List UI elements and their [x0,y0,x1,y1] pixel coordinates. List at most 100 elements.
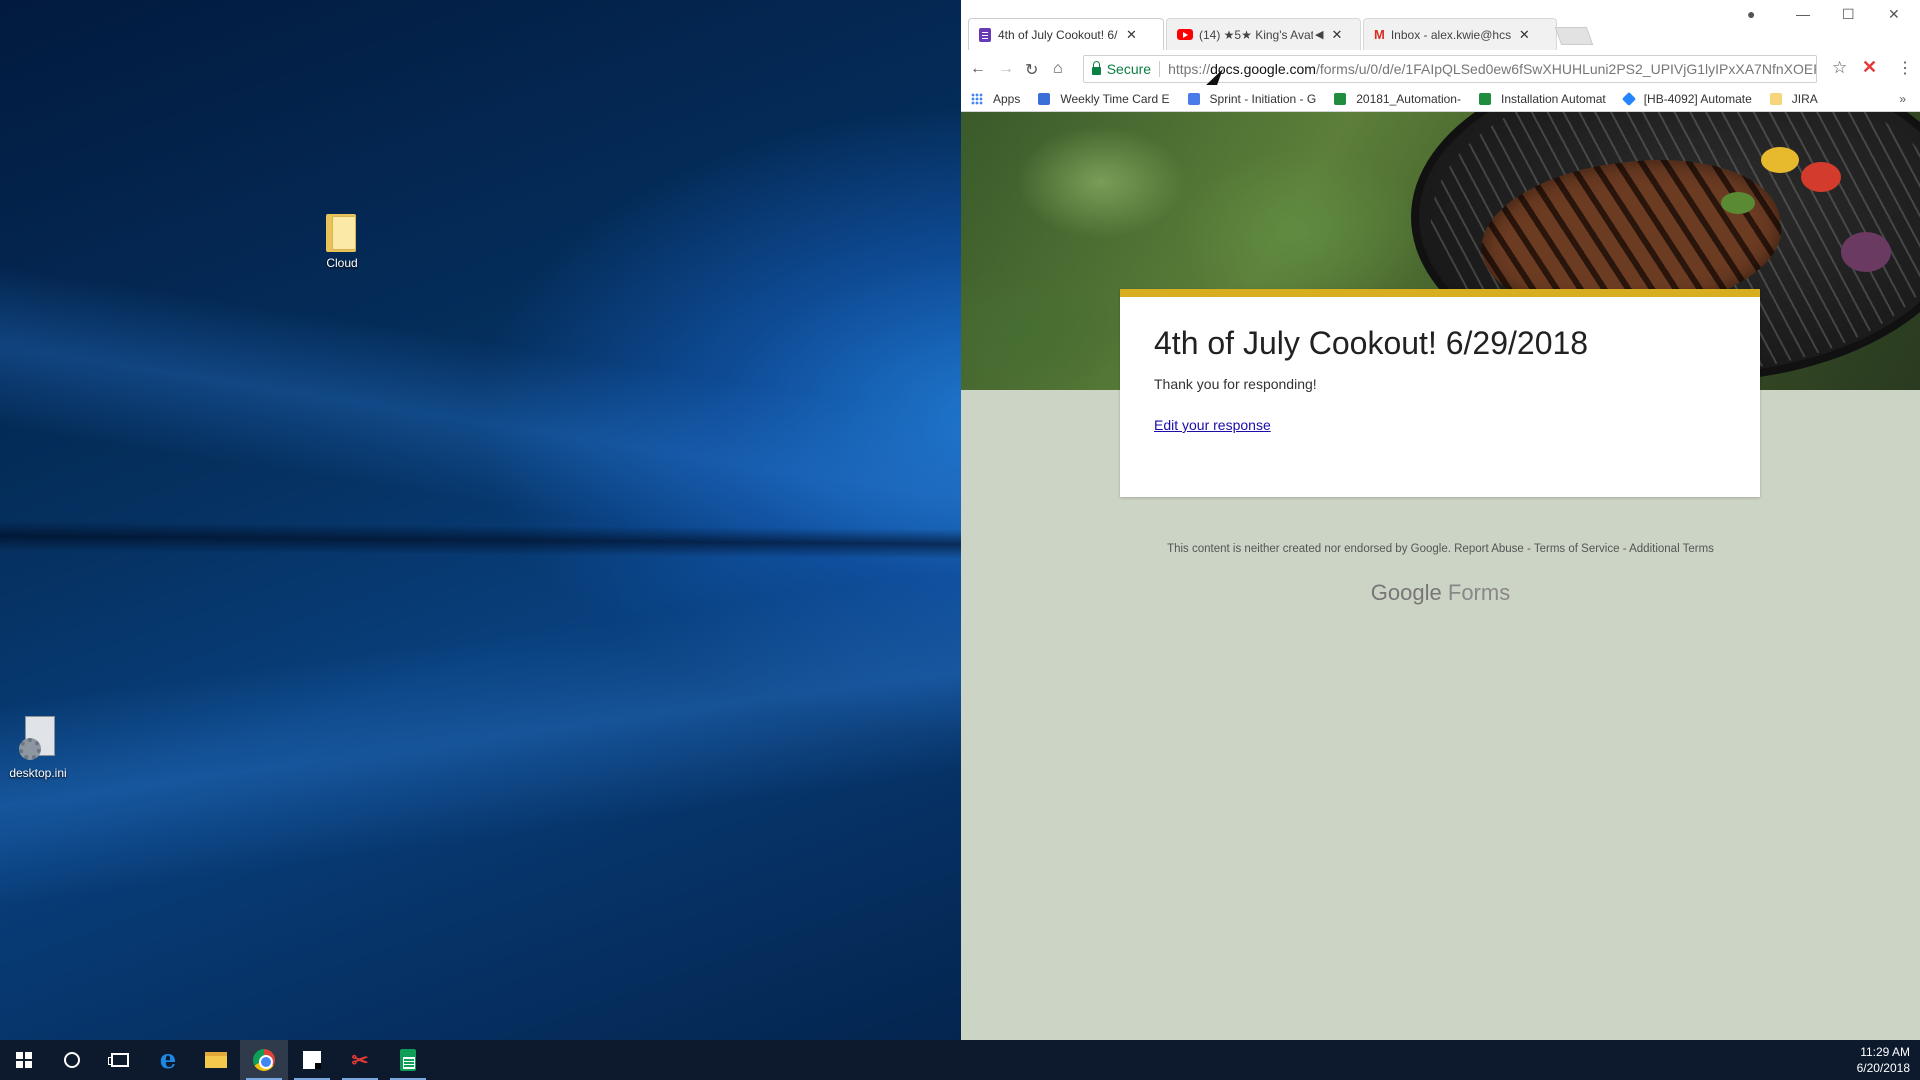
settings-file-icon [19,716,57,762]
sheets-icon [1334,92,1347,105]
bookmark-apps[interactable]: Apps [971,92,1020,106]
close-window-icon[interactable]: ✕ [1888,6,1900,23]
google-forms-logo[interactable]: Google Forms [961,580,1920,606]
disclaimer-text: This content is neither created nor endo… [1167,543,1451,555]
folder-icon [1769,92,1782,105]
cloud-icon [1038,92,1051,105]
tab-strip: 4th of July Cookout! 6/29 ✕ (14) ★5★ Kin… [961,0,1920,52]
home-icon[interactable]: ⌂ [1053,60,1063,78]
profile-icon[interactable]: ● [1747,6,1755,22]
chrome-icon [253,1049,275,1071]
jira-icon [1621,91,1636,106]
system-clock[interactable]: 11:29 AM 6/20/2018 [1857,1044,1910,1076]
minimize-icon[interactable]: — [1796,6,1810,22]
terms-of-service-link[interactable]: Terms of Service [1534,543,1620,555]
more-bookmarks-chevron[interactable]: » [1899,92,1906,106]
form-footer: This content is neither created nor endo… [961,543,1920,555]
cortana-button[interactable] [48,1040,96,1080]
edge-icon: e [159,1045,177,1075]
form-title: 4th of July Cookout! 6/29/2018 [1154,325,1589,361]
logo-forms-word: Forms [1447,580,1511,605]
youtube-icon [1177,29,1193,40]
separator: - [1527,543,1531,555]
snipping-tool-icon: ✂ [351,1049,369,1072]
bookmark-hb-4092[interactable]: [HB-4092] Automate [1621,91,1752,106]
url-host: docs.google.com [1210,61,1316,77]
windows-logo-icon [16,1052,32,1068]
url-path: /forms/u/0/d/e/1FAIpQLSed0ew6fSwXHUHLuni… [1315,61,1816,77]
close-icon[interactable]: ✕ [1519,27,1530,43]
bookmark-installation-automation[interactable]: Installation Automat [1478,91,1606,106]
tab-title: (14) ★5★ King's Avata [1199,27,1313,42]
lock-icon [1092,61,1101,75]
taskbar-file-explorer[interactable] [192,1040,240,1080]
form-page: 4th of July Cookout! 6/29/2018 Thank you… [961,112,1920,1040]
bookmark-automation[interactable]: 20181_Automation- [1334,92,1461,106]
maximize-icon[interactable]: ☐ [1842,6,1855,23]
reload-icon[interactable]: ↻ [1025,60,1038,80]
start-button[interactable] [0,1040,48,1080]
close-icon[interactable]: ✕ [1126,27,1137,43]
gmail-icon: M [1374,27,1385,42]
google-forms-icon [979,27,991,42]
doc-icon [1187,92,1200,105]
additional-terms-link[interactable]: Additional Terms [1629,543,1714,555]
clock-time: 11:29 AM [1860,1045,1910,1059]
address-bar[interactable]: Secure https:// docs.google.com /forms/u… [1083,55,1817,83]
tab-forms[interactable]: 4th of July Cookout! 6/29 ✕ [968,18,1164,50]
task-view-icon [108,1053,129,1067]
bookmark-label: [HB-4092] Automate [1643,91,1752,106]
desktop-wallpaper: Cloud desktop.ini [0,0,961,1040]
bookmark-label: Installation Automat [1500,91,1606,106]
sheets-icon [400,1049,416,1071]
back-icon[interactable]: ← [970,60,986,78]
bookmarks-bar: Apps Weekly Time Card E Sprint - Initiat… [961,86,1920,112]
extension-x-icon[interactable]: ✕ [1862,57,1877,78]
close-icon[interactable]: ✕ [1331,27,1342,43]
bookmark-sprint-initiation[interactable]: Sprint - Initiation - G [1187,91,1317,106]
report-abuse-link[interactable]: Report Abuse [1454,543,1524,555]
forward-icon[interactable]: → [998,60,1014,78]
edit-response-link[interactable]: Edit your response [1154,417,1271,433]
desktop-icon-cloud[interactable]: Cloud [302,212,382,270]
desktop-icon-desktop-ini[interactable]: desktop.ini [0,716,78,780]
sheets-icon [1478,92,1491,105]
folder-icon [324,212,360,252]
confirmation-card: 4th of July Cookout! 6/29/2018 Thank you… [1120,289,1760,497]
clock-date: 6/20/2018 [1856,1061,1910,1075]
bookmark-label: JIRA [1791,91,1818,106]
taskbar-edge[interactable]: e [144,1040,192,1080]
tab-gmail[interactable]: M Inbox - alex.kwie@hcss.c ✕ [1363,18,1557,50]
confirmation-message: Thank you for responding! [1154,376,1317,392]
separator: - [1622,543,1627,555]
bookmark-label: Sprint - Initiation - G [1209,91,1317,106]
browser-toolbar: ← → ↻ ⌂ Secure https:// docs.google.com … [961,52,1920,86]
bookmark-weekly-time-card[interactable]: Weekly Time Card E [1038,91,1170,106]
cortana-icon [64,1052,80,1068]
tab-title: 4th of July Cookout! 6/29 [998,27,1118,42]
bookmark-label: Apps [993,91,1021,106]
taskbar-chrome[interactable] [240,1040,288,1080]
tab-youtube[interactable]: (14) ★5★ King's Avata ◀ ✕ [1166,18,1361,50]
bookmark-star-icon[interactable]: ☆ [1832,58,1847,78]
desktop-icon-label: Cloud [326,256,358,270]
task-view-button[interactable] [96,1040,144,1080]
logo-google-word: Google [1370,580,1442,605]
desktop-icon-label: desktop.ini [9,766,67,780]
taskbar-sheets[interactable] [384,1040,432,1080]
chrome-window: 4th of July Cookout! 6/29 ✕ (14) ★5★ Kin… [961,0,1920,1040]
new-tab-button[interactable] [1554,27,1594,45]
url-scheme: https:// [1168,61,1211,77]
secure-label: Secure [1107,61,1161,77]
speaker-muted-icon[interactable]: ◀ [1315,28,1323,41]
taskbar-snipping-tool[interactable]: ✂ [336,1040,384,1080]
bookmark-label: 20181_Automation- [1356,91,1461,106]
wallpaper-light-beam [0,553,961,920]
taskbar: e ✂ 11:29 AM 6/20/2018 [0,1040,1920,1080]
file-explorer-icon [205,1052,227,1068]
taskbar-sticky-notes[interactable] [288,1040,336,1080]
tab-title: Inbox - alex.kwie@hcss.c [1390,27,1511,42]
bookmark-label: Weekly Time Card E [1060,91,1170,106]
menu-icon[interactable]: ⋮ [1897,58,1913,78]
bookmark-jira[interactable]: JIRA [1769,91,1818,106]
